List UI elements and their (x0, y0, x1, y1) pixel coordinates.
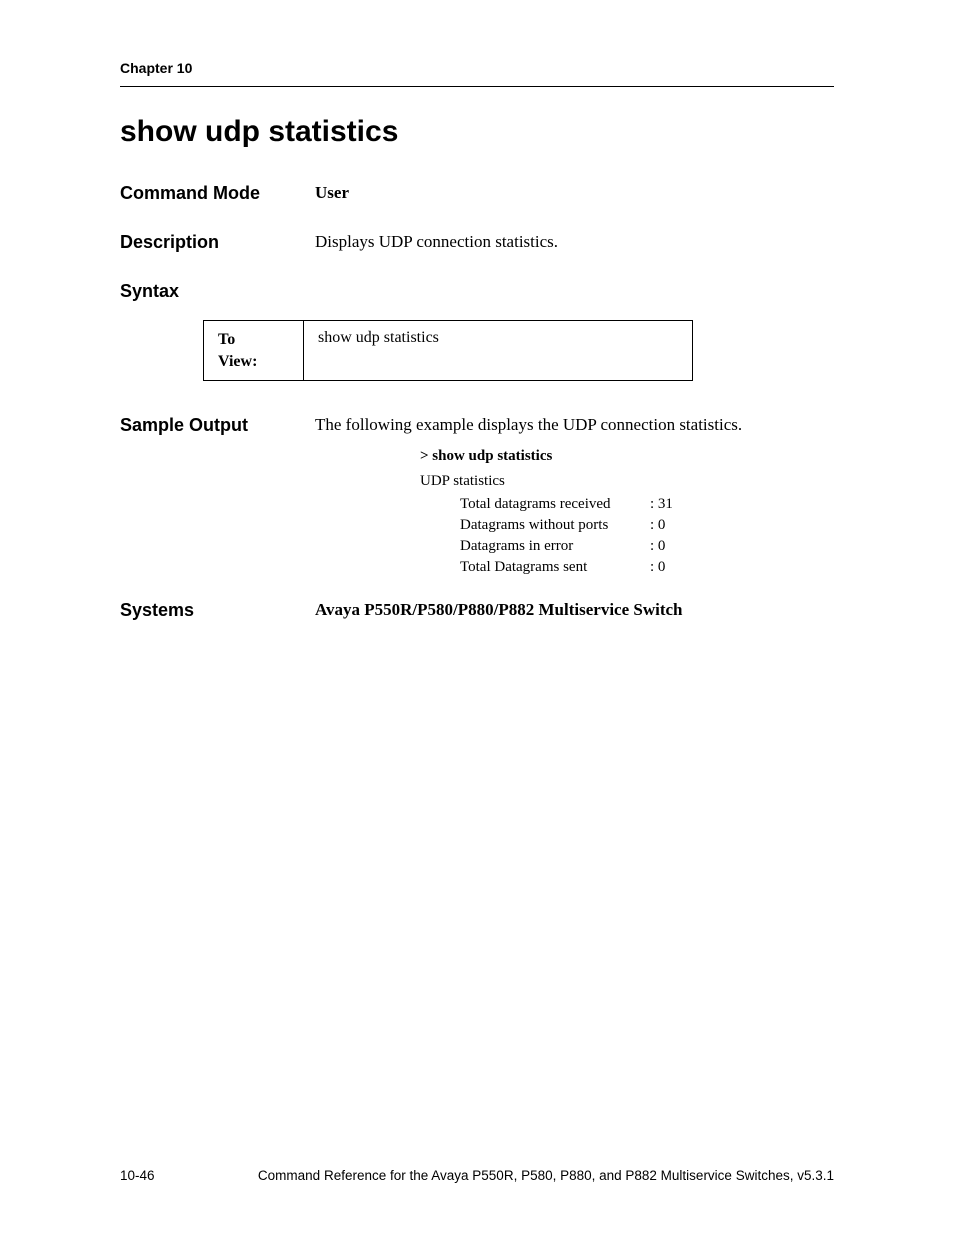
sample-stat-value: : 31 (650, 496, 834, 513)
sample-output-block: > show udp statistics UDP statistics Tot… (420, 448, 834, 576)
label-description: Description (120, 232, 315, 253)
label-syntax: Syntax (120, 281, 315, 302)
sample-stat-value: : 0 (650, 559, 834, 576)
syntax-view: View: (218, 353, 257, 370)
label-systems: Systems (120, 600, 315, 621)
footer-page-number: 10-46 (120, 1168, 155, 1183)
syntax-table-value-cell: show udp statistics (304, 321, 692, 380)
row-sample-output: Sample Output The following example disp… (120, 415, 834, 436)
label-sample-output: Sample Output (120, 415, 315, 436)
syntax-table-header-cell: To View: (204, 321, 304, 380)
footer-doc-title: Command Reference for the Avaya P550R, P… (258, 1168, 834, 1183)
label-command-mode: Command Mode (120, 183, 315, 204)
syntax-table: To View: show udp statistics (203, 320, 693, 381)
sample-stat-label: Datagrams without ports (460, 517, 650, 534)
sample-stat-label: Datagrams in error (460, 538, 650, 555)
sample-stat-value: : 0 (650, 517, 834, 534)
row-systems: Systems Avaya P550R/P580/P880/P882 Multi… (120, 600, 834, 621)
sample-stat-row: Total datagrams received : 31 (460, 496, 834, 513)
value-command-mode: User (315, 183, 834, 203)
sample-output-header-line: UDP statistics (420, 473, 834, 490)
value-description: Displays UDP connection statistics. (315, 232, 834, 252)
row-syntax: Syntax To View: show udp statistics (120, 281, 834, 381)
value-systems: Avaya P550R/P580/P880/P882 Multiservice … (315, 600, 834, 620)
sample-stat-row: Datagrams in error : 0 (460, 538, 834, 555)
syntax-to: To (218, 331, 235, 348)
sample-output-command: > show udp statistics (420, 448, 834, 465)
page-footer: 10-46 Command Reference for the Avaya P5… (120, 1168, 834, 1183)
row-description: Description Displays UDP connection stat… (120, 232, 834, 253)
sample-stat-label: Total Datagrams sent (460, 559, 650, 576)
row-command-mode: Command Mode User (120, 183, 834, 204)
sample-stat-row: Total Datagrams sent : 0 (460, 559, 834, 576)
value-sample-output-intro: The following example displays the UDP c… (315, 415, 834, 435)
sample-stat-value: : 0 (650, 538, 834, 555)
chapter-header: Chapter 10 (120, 60, 834, 87)
sample-stat-label: Total datagrams received (460, 496, 650, 513)
sample-stat-row: Datagrams without ports : 0 (460, 517, 834, 534)
page-title: show udp statistics (120, 115, 834, 149)
